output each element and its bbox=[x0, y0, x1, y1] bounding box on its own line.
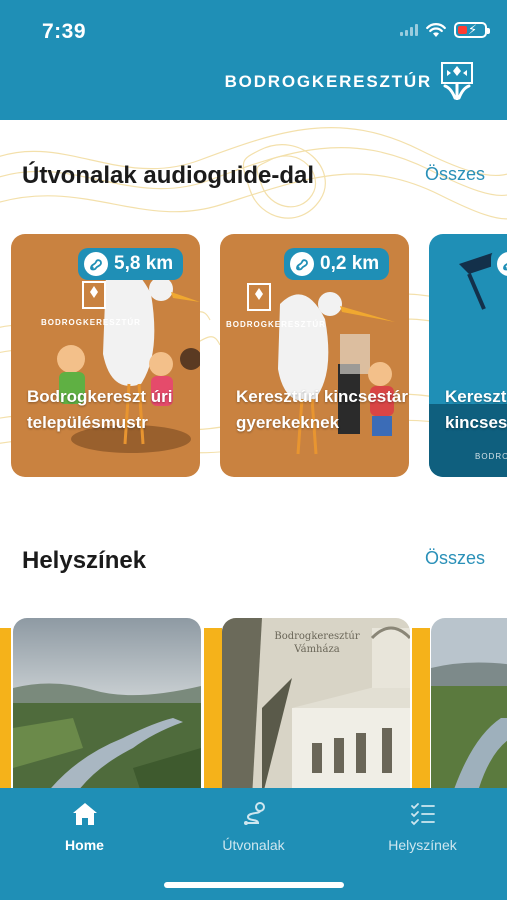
tab-places[interactable]: Helyszínek bbox=[338, 800, 507, 853]
tab-home[interactable]: Home bbox=[0, 800, 169, 853]
tab-label: Helyszínek bbox=[388, 837, 457, 853]
route-icon bbox=[243, 802, 265, 825]
place-card[interactable] bbox=[431, 618, 507, 788]
routes-section-title: Útvonalak audioguide-dal bbox=[22, 162, 315, 189]
tab-label: Home bbox=[65, 837, 104, 853]
route-card-logo-text: BODROG bbox=[475, 452, 507, 461]
place-card[interactable]: Bodrogkeresztúr Vámháza bbox=[222, 618, 410, 788]
home-icon bbox=[72, 803, 97, 825]
walking-route-icon bbox=[84, 252, 108, 276]
places-section-title: Helyszínek bbox=[22, 547, 147, 574]
place-card[interactable] bbox=[13, 618, 201, 788]
app-header: BODROGKERESZTÚR bbox=[0, 56, 507, 120]
walking-route-icon bbox=[497, 252, 507, 276]
home-indicator bbox=[164, 882, 344, 888]
battery-icon: ⚡ bbox=[454, 22, 490, 38]
checklist-icon bbox=[410, 803, 435, 826]
card-accent-strip bbox=[0, 628, 11, 788]
distance-value: 0,2 km bbox=[320, 253, 380, 274]
place-card-photo bbox=[431, 618, 507, 788]
place-card-caption: Bodrogkeresztúr Vámháza bbox=[274, 631, 360, 655]
status-time: 7:39 bbox=[42, 20, 87, 43]
route-card-title: Bodrogkereszt úri településmustr bbox=[27, 387, 173, 432]
status-bar: 7:39 ⚡ bbox=[0, 0, 507, 56]
route-card[interactable]: BODROGKERESZTÚR 0,2 km Keresztúri kincse… bbox=[220, 234, 409, 477]
route-card-title: Keresztúri kincsestár gyerekeknek bbox=[236, 387, 408, 432]
status-icons: ⚡ bbox=[400, 22, 490, 38]
route-card[interactable]: Kereszt kincses BODROG bbox=[429, 234, 507, 477]
card-accent-strip bbox=[412, 628, 430, 788]
route-card-logo-text: BODROGKERESZTÚR bbox=[226, 320, 326, 329]
distance-badge: 5,8 km bbox=[78, 248, 184, 280]
route-card-title: Kereszt kincses bbox=[445, 387, 507, 432]
walking-route-icon bbox=[290, 252, 314, 276]
routes-see-all-link[interactable]: Összes bbox=[425, 164, 485, 185]
distance-badge bbox=[491, 248, 507, 280]
place-card-photo bbox=[13, 618, 201, 788]
route-card-logo-text: BODROGKERESZTÚR bbox=[41, 318, 141, 327]
cellular-signal-icon bbox=[400, 24, 418, 36]
places-see-all-link[interactable]: Összes bbox=[425, 548, 485, 569]
tab-routes[interactable]: Útvonalak bbox=[169, 800, 338, 853]
card-accent-strip bbox=[204, 628, 222, 788]
distance-badge: 0,2 km bbox=[284, 248, 390, 280]
tab-label: Útvonalak bbox=[222, 837, 285, 853]
home-content[interactable]: Útvonalak audioguide-dal Összes BODROGKE… bbox=[0, 120, 507, 788]
brand-name: BODROGKERESZTÚR bbox=[224, 72, 432, 91]
town-logo-icon bbox=[441, 62, 473, 100]
route-card[interactable]: BODROGKERESZTÚR 5,8 km Bodrogkereszt úri… bbox=[11, 234, 200, 477]
wifi-icon bbox=[426, 22, 446, 37]
distance-value: 5,8 km bbox=[114, 253, 174, 274]
